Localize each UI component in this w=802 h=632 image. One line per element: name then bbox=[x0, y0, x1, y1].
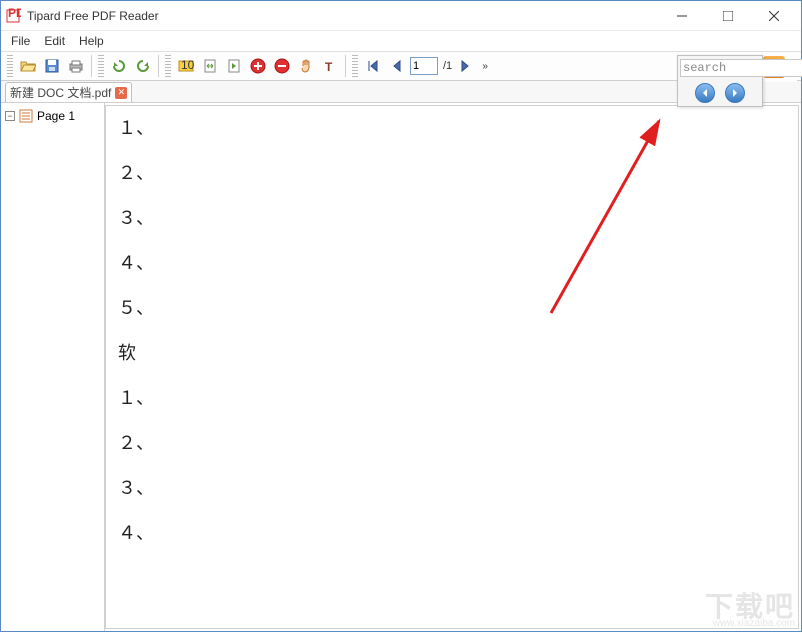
svg-text:T: T bbox=[325, 60, 333, 74]
document-line: ３、 bbox=[106, 196, 798, 241]
rotate-left-button[interactable] bbox=[108, 55, 130, 77]
document-tab-label: 新建 DOC 文档.pdf bbox=[10, 84, 111, 101]
window-controls bbox=[659, 2, 797, 30]
toolbar-grip[interactable] bbox=[165, 55, 171, 77]
save-button[interactable] bbox=[41, 55, 63, 77]
svg-text:PDF: PDF bbox=[8, 8, 21, 20]
menubar: File Edit Help bbox=[1, 31, 801, 51]
document-line: １、 bbox=[106, 106, 798, 151]
sidebar-page-item[interactable]: − Page 1 bbox=[3, 107, 102, 125]
document-line: ２、 bbox=[106, 421, 798, 466]
document-line: ３、 bbox=[106, 466, 798, 511]
page-number-input[interactable] bbox=[410, 57, 438, 75]
search-prev-button[interactable] bbox=[695, 83, 715, 103]
toolbar-grip[interactable] bbox=[352, 55, 358, 77]
titlebar: PDF Tipard Free PDF Reader bbox=[1, 1, 801, 31]
close-button[interactable] bbox=[751, 2, 797, 30]
search-panel: » bbox=[677, 55, 763, 107]
document-line: ２、 bbox=[106, 151, 798, 196]
window-title: Tipard Free PDF Reader bbox=[27, 9, 659, 23]
document-line: ４、 bbox=[106, 511, 798, 556]
separator bbox=[91, 55, 92, 77]
first-page-button[interactable] bbox=[362, 55, 384, 77]
toolbar-grip[interactable] bbox=[7, 55, 13, 77]
toolbar-grip[interactable] bbox=[98, 55, 104, 77]
app-icon: PDF bbox=[5, 8, 21, 24]
rotate-right-button[interactable] bbox=[132, 55, 154, 77]
prev-page-button[interactable] bbox=[386, 55, 408, 77]
zoom-out-button[interactable] bbox=[271, 55, 293, 77]
print-button[interactable] bbox=[65, 55, 87, 77]
menu-edit[interactable]: Edit bbox=[38, 32, 71, 50]
tree-collapse-icon[interactable]: − bbox=[5, 111, 15, 121]
svg-text:100: 100 bbox=[181, 58, 194, 72]
next-page-button[interactable] bbox=[454, 55, 476, 77]
document-pane: １、２、３、４、５、软１、２、３、４、 bbox=[105, 105, 799, 629]
workspace: − Page 1 １、２、３、４、５、软１、２、３、４、 bbox=[1, 103, 801, 631]
separator bbox=[158, 55, 159, 77]
page-count-label: /1 bbox=[443, 60, 452, 72]
toolbar-overflow-icon[interactable]: » bbox=[478, 55, 492, 77]
fit-page-button[interactable] bbox=[223, 55, 245, 77]
document-scroll-area[interactable]: １、２、３、４、５、软１、２、３、４、 bbox=[106, 106, 798, 628]
open-button[interactable] bbox=[17, 55, 39, 77]
menu-file[interactable]: File bbox=[5, 32, 36, 50]
fit-width-button[interactable] bbox=[199, 55, 221, 77]
document-line: 软 bbox=[106, 331, 798, 376]
page-thumb-icon bbox=[19, 109, 33, 123]
text-select-button[interactable]: T bbox=[319, 55, 341, 77]
thumbnails-sidebar: − Page 1 bbox=[1, 103, 105, 631]
document-tab[interactable]: 新建 DOC 文档.pdf ✕ bbox=[5, 82, 132, 102]
document-content: １、２、３、４、５、软１、２、３、４、 bbox=[106, 106, 798, 556]
separator bbox=[345, 55, 346, 77]
document-line: ４、 bbox=[106, 241, 798, 286]
search-next-button[interactable] bbox=[725, 83, 745, 103]
document-line: ５、 bbox=[106, 286, 798, 331]
document-line: １、 bbox=[106, 376, 798, 421]
search-input[interactable] bbox=[680, 59, 802, 77]
menu-help[interactable]: Help bbox=[73, 32, 110, 50]
zoom-in-button[interactable] bbox=[247, 55, 269, 77]
tab-close-button[interactable]: ✕ bbox=[115, 87, 127, 99]
hand-tool-button[interactable] bbox=[295, 55, 317, 77]
maximize-button[interactable] bbox=[705, 2, 751, 30]
zoom-100-button[interactable]: 100 bbox=[175, 55, 197, 77]
sidebar-page-label: Page 1 bbox=[37, 109, 75, 123]
minimize-button[interactable] bbox=[659, 2, 705, 30]
